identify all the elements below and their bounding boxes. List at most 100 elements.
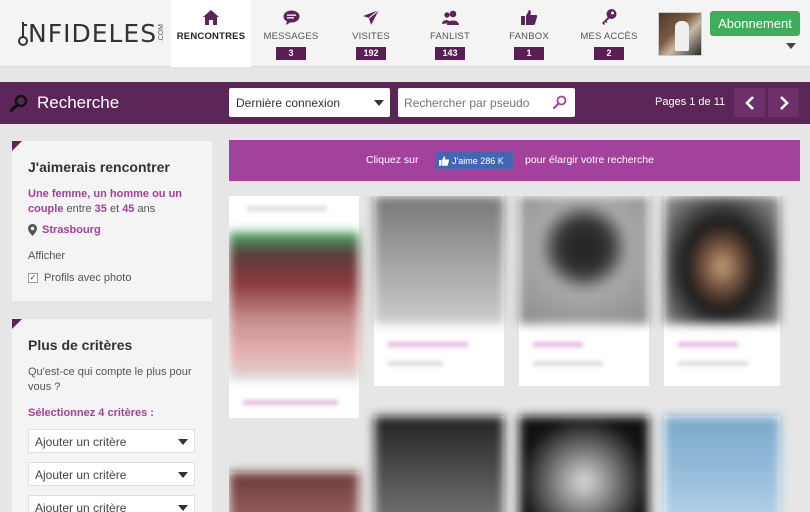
age-min[interactable]: 35: [95, 203, 107, 215]
blurred-text: [388, 361, 443, 366]
nav-label: VISITES: [352, 31, 390, 42]
nav-messages[interactable]: MESSAGES 3: [251, 0, 331, 67]
criteria-select-value: Ajouter un critère: [35, 468, 127, 482]
blurred-text: [678, 361, 748, 366]
corner-marker: [12, 141, 22, 151]
paper-plane-icon: [362, 8, 380, 26]
criteria-question: Qu'est-ce qui compte le plus pour vous ?: [28, 366, 192, 393]
location-link[interactable]: Strasbourg: [28, 224, 101, 236]
meet-description[interactable]: Une femme, un homme ou un couple entre 3…: [28, 187, 203, 217]
chevron-right-icon: [779, 95, 789, 110]
meet-preferences-panel: J'aimerais rencontrer Une femme, un homm…: [12, 141, 212, 301]
promo-text-left: Cliquez sur: [366, 154, 419, 166]
checkbox-checked-icon[interactable]: ✓: [28, 273, 38, 283]
profile-card[interactable]: [664, 196, 780, 386]
profile-card[interactable]: [229, 472, 359, 512]
blurred-text: [678, 342, 738, 347]
speech-bubble-icon: [282, 8, 300, 26]
profile-photo: [374, 196, 504, 324]
blurred-text: [533, 342, 583, 347]
logo-suffix: .COM: [158, 23, 166, 43]
nav-label: FANLIST: [430, 31, 470, 42]
profile-grid: [229, 196, 810, 512]
thumbs-up-icon: [520, 8, 538, 26]
profile-card[interactable]: [374, 196, 504, 386]
previous-page-button[interactable]: [734, 88, 765, 117]
profile-photo: [374, 416, 504, 512]
home-icon: [202, 8, 220, 26]
search-icon: [10, 94, 28, 117]
location-label: Strasbourg: [42, 224, 101, 236]
top-header: NFIDELES .COM RENCONTRES MESSAGES 3 VISI…: [0, 0, 810, 67]
profile-card[interactable]: [664, 416, 780, 512]
chevron-down-icon: [374, 100, 384, 106]
chevron-down-icon: [178, 472, 188, 478]
next-page-button[interactable]: [768, 88, 799, 117]
messages-count-badge: 3: [276, 47, 306, 60]
age-max[interactable]: 45: [122, 203, 134, 215]
nav-visites[interactable]: VISITES 192: [331, 0, 411, 67]
promo-text-right: pour élargir votre recherche: [525, 154, 654, 166]
fanlist-count-badge: 143: [435, 47, 465, 60]
blurred-text: [533, 361, 603, 366]
meet-desc-text: ans: [134, 203, 156, 215]
criteria-select[interactable]: Ajouter un critère: [28, 495, 195, 512]
key-icon: [600, 8, 618, 26]
acces-count-badge: 2: [594, 47, 624, 60]
profile-card[interactable]: [229, 196, 359, 418]
panel-title: Plus de critères: [28, 337, 133, 353]
facebook-like-button[interactable]: J'aime 286 K: [435, 152, 513, 169]
user-menu-chevron-down-icon[interactable]: [786, 43, 796, 49]
map-pin-icon: [28, 224, 37, 236]
panel-title: J'aimerais rencontrer: [28, 159, 170, 175]
corner-marker: [12, 319, 22, 329]
profile-photo: [664, 416, 780, 512]
nav-rencontres[interactable]: RENCONTRES: [171, 0, 251, 67]
thumbs-up-icon: [439, 155, 449, 166]
nav-mes-acces[interactable]: MES ACCÈS 2: [569, 0, 649, 67]
fanbox-count-badge: 1: [514, 47, 544, 60]
profile-photo: [519, 196, 649, 324]
profile-photo: [664, 196, 780, 324]
chevron-down-icon: [178, 439, 188, 445]
nav-label: MES ACCÈS: [580, 31, 638, 42]
user-avatar[interactable]: [658, 12, 702, 56]
logo-text: NFIDELES: [28, 18, 158, 48]
profile-card[interactable]: [374, 416, 504, 512]
criteria-select[interactable]: Ajouter un critère: [28, 429, 195, 453]
profile-photo: [229, 232, 359, 380]
facebook-like-label: J'aime 286 K: [452, 155, 504, 166]
chevron-left-icon: [744, 95, 754, 110]
pseudo-search-icon[interactable]: [553, 95, 567, 114]
profile-card[interactable]: [519, 196, 649, 386]
nav-label: RENCONTRES: [176, 31, 246, 42]
nav-label: MESSAGES: [263, 31, 319, 42]
profile-card[interactable]: [519, 416, 649, 512]
pseudo-search-input[interactable]: [398, 88, 575, 117]
main-nav: RENCONTRES MESSAGES 3 VISITES 192 FANLIS…: [171, 0, 649, 67]
show-label: Afficher: [28, 250, 66, 262]
criteria-select[interactable]: Ajouter un critère: [28, 462, 195, 486]
profile-photo: [229, 472, 359, 512]
nav-fanbox[interactable]: FANBOX 1: [489, 0, 569, 67]
profile-photo: [519, 416, 649, 512]
criteria-select-label: Sélectionnez 4 critères :: [28, 407, 154, 419]
nav-label: FANBOX: [509, 31, 549, 42]
pagination-text: Pages 1 de 11: [655, 96, 726, 108]
blurred-text: [243, 400, 338, 405]
users-icon: [441, 8, 459, 26]
subscribe-button[interactable]: Abonnement: [710, 11, 800, 36]
blurred-text: [247, 206, 327, 211]
meet-desc-text: et: [106, 203, 123, 215]
photo-profiles-checkbox[interactable]: ✓ Profils avec photo: [28, 272, 131, 284]
nav-fanlist[interactable]: FANLIST 143: [411, 0, 489, 67]
sort-select[interactable]: Dernière connexion: [229, 88, 390, 117]
site-logo[interactable]: NFIDELES .COM: [18, 18, 165, 48]
facebook-promo-banner: Cliquez sur J'aime 286 K pour élargir vo…: [229, 140, 800, 181]
blurred-text: [388, 342, 468, 347]
search-bar: Recherche Dernière connexion Pages 1 de …: [0, 82, 810, 124]
checkbox-label: Profils avec photo: [44, 272, 132, 284]
visites-count-badge: 192: [356, 47, 386, 60]
chevron-down-icon: [178, 505, 188, 511]
logo-key-icon: [18, 22, 28, 46]
